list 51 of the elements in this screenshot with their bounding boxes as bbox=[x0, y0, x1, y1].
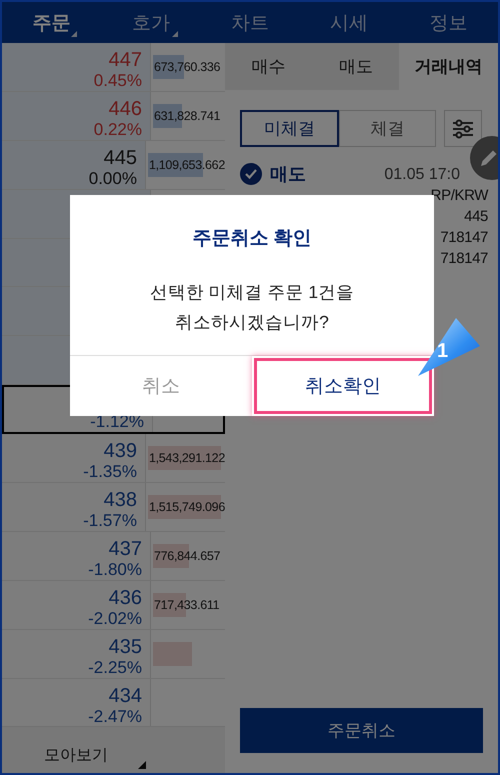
nav-tab[interactable]: 차트 bbox=[200, 2, 300, 43]
price-text: 436 bbox=[108, 586, 142, 610]
order-side: 매도 bbox=[270, 164, 306, 184]
check-icon bbox=[244, 168, 258, 180]
confirm-button[interactable]: 취소확인 bbox=[252, 356, 434, 416]
panel-tab[interactable]: 매수 bbox=[225, 43, 312, 90]
checkbox[interactable] bbox=[240, 163, 262, 185]
panel-tab[interactable]: 매도 bbox=[312, 43, 400, 90]
change-percent: 0.22% bbox=[94, 120, 142, 139]
change-percent: -1.57% bbox=[83, 512, 137, 530]
change-percent: -2.02% bbox=[88, 610, 142, 628]
dialog-title: 주문취소 확인 bbox=[192, 227, 312, 251]
change-percent: -2.47% bbox=[88, 708, 142, 726]
nav-tab[interactable]: 호가 bbox=[101, 2, 200, 43]
volume-text: 1,515,749.096 bbox=[148, 500, 225, 514]
price-text: 438 bbox=[104, 489, 137, 512]
nav-tab[interactable]: 시세 bbox=[300, 2, 399, 43]
price-text: 439 bbox=[104, 440, 137, 464]
cancel-order-button[interactable]: 주문취소 bbox=[240, 708, 483, 753]
volume-text: 717,433.611 bbox=[153, 598, 220, 612]
volume-text: 673,760.336 bbox=[153, 60, 220, 74]
change-percent: -1.12% bbox=[90, 413, 144, 432]
price-text: 435 bbox=[108, 636, 142, 659]
volume-text: 1,543,291.122 bbox=[148, 451, 225, 466]
remaining-quantity: 718147 bbox=[440, 249, 488, 269]
dialog-message: 선택한 미체결 주문 1건을 취소하시겠습니까? bbox=[150, 281, 354, 334]
change-percent: 0.00% bbox=[88, 170, 137, 188]
order-price: 445 bbox=[464, 207, 488, 227]
price-text: 446 bbox=[108, 98, 142, 121]
market-text: RP/KRW bbox=[430, 186, 488, 206]
volume-text: 1,109,653.662 bbox=[148, 158, 225, 172]
volume-text: 631,828.741 bbox=[153, 108, 220, 123]
change-percent: -2.25% bbox=[88, 658, 142, 677]
panel-tab[interactable]: 거래내역 bbox=[399, 43, 498, 90]
price-text: 445 bbox=[104, 146, 137, 170]
filter-tab[interactable]: 체결 bbox=[339, 110, 436, 147]
change-percent: -1.35% bbox=[83, 463, 137, 482]
nav-tab[interactable]: 주문 bbox=[2, 2, 102, 43]
sliders-icon bbox=[452, 118, 474, 138]
step-marker: 1 bbox=[416, 316, 482, 378]
order-quantity: 718147 bbox=[440, 228, 488, 248]
order-time: 01.05 17:0 bbox=[384, 164, 460, 184]
price-text: 434 bbox=[108, 684, 142, 708]
nav-tab[interactable]: 정보 bbox=[398, 2, 498, 43]
price-text: 437 bbox=[108, 538, 142, 561]
settings-button[interactable] bbox=[444, 110, 482, 147]
price-text: 447 bbox=[108, 49, 142, 72]
filter-tab[interactable]: 미체결 bbox=[240, 110, 339, 147]
change-percent: -1.80% bbox=[88, 560, 142, 579]
volume-text: 776,844.657 bbox=[153, 548, 220, 563]
change-percent: 0.45% bbox=[94, 72, 142, 90]
